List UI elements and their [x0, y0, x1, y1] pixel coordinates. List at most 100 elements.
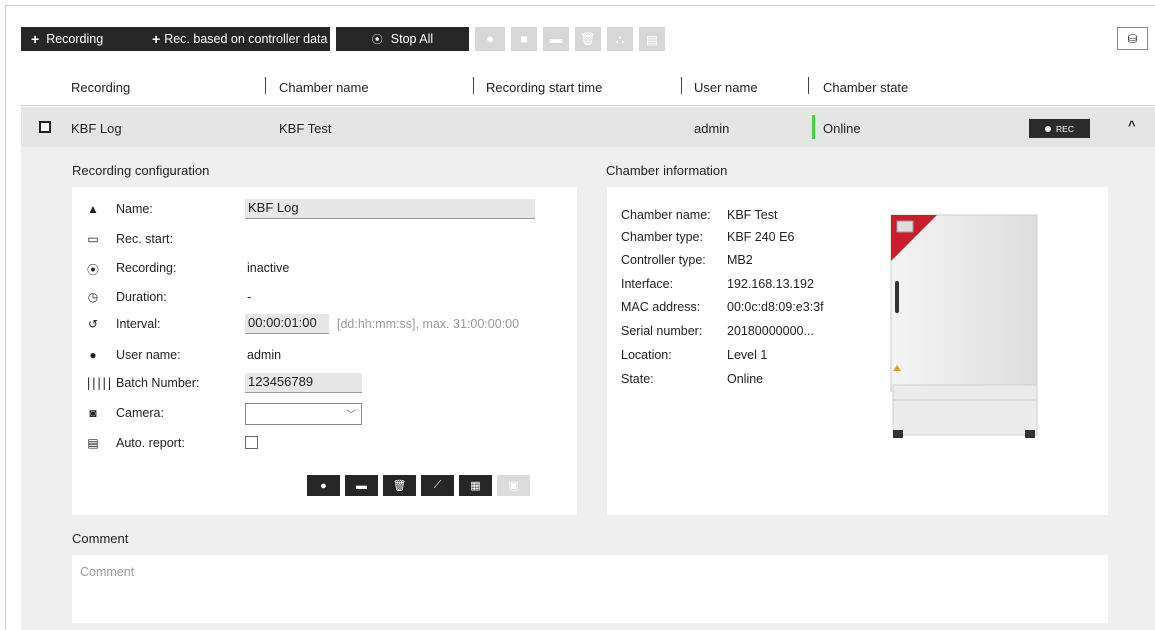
stop-circle-icon: ⦿	[371, 34, 383, 46]
record-dot-icon: ●	[486, 32, 494, 46]
chamber-info-label: Chamber name:	[621, 208, 711, 222]
duration-label: Duration:	[116, 290, 167, 304]
stop-square-icon: ■	[520, 32, 528, 46]
chevron-down-icon: ﹀	[346, 410, 356, 421]
camera-row: ◙ Camera: ﹀	[72, 403, 552, 425]
chamber-info-value: KBF Test	[727, 208, 778, 222]
column-divider[interactable]	[681, 77, 682, 94]
rec-start-label: Rec. start:	[116, 232, 173, 246]
stop-button[interactable]: ■	[511, 27, 537, 51]
row-chamber-name: KBF Test	[279, 121, 332, 136]
row-chamber-state: Online	[823, 121, 861, 136]
header-recording[interactable]: Recording	[71, 80, 130, 95]
archive-button[interactable]: ▬	[345, 475, 378, 496]
history-icon: ↺	[87, 317, 99, 331]
chamber-info-value: MB2	[727, 253, 753, 267]
row-recording-name: KBF Log	[71, 121, 122, 136]
comment-textarea[interactable]: Comment	[72, 555, 1108, 623]
rec-button[interactable]: REC	[1029, 119, 1090, 138]
row-details: Recording configuration ▲ Name: KBF Log …	[21, 147, 1155, 630]
plus-icon: +	[31, 31, 40, 47]
header-chamber-name[interactable]: Chamber name	[279, 80, 369, 95]
chamber-image	[890, 214, 1038, 438]
record-button[interactable]: ●	[475, 27, 505, 51]
name-label: Name:	[116, 202, 153, 216]
table-header: Recording Chamber name Recording start t…	[21, 72, 1155, 106]
record-dot-icon	[1045, 125, 1052, 132]
duration-row: ◷ Duration: -	[72, 287, 552, 307]
line-chart-icon: ⟋	[433, 479, 442, 491]
column-divider[interactable]	[265, 77, 266, 94]
camera-select[interactable]: ﹀	[245, 403, 362, 425]
table-button[interactable]: ▦	[459, 475, 492, 496]
column-divider[interactable]	[473, 77, 474, 94]
interval-input[interactable]: 00:00:01:00	[245, 314, 329, 334]
target-icon: ⦿	[86, 263, 99, 277]
auto-report-checkbox[interactable]	[245, 436, 258, 449]
add-recording-button[interactable]: + Recording	[21, 27, 154, 51]
chamber-info-value: Online	[727, 372, 764, 386]
export-button[interactable]: ⛁	[1117, 27, 1148, 50]
user-name-row: ● User name: admin	[72, 345, 552, 365]
archive-icon: ▬	[549, 32, 563, 46]
barcode-icon: |||||	[85, 376, 113, 390]
chamber-info-label: Interface:	[621, 277, 674, 291]
delete-button[interactable]: 🗑	[383, 475, 416, 496]
batch-number-row: ||||| Batch Number: 123456789	[72, 373, 552, 393]
comment-placeholder: Comment	[80, 565, 135, 579]
column-divider[interactable]	[808, 77, 809, 94]
chamber-info-label: State:	[621, 372, 654, 386]
chamber-info-value: KBF 240 E6	[727, 230, 795, 244]
save-icon: ▣	[508, 480, 519, 492]
save-button[interactable]: ▣	[497, 475, 530, 496]
interval-row: ↺ Interval: 00:00:01:00 [dd:hh:mm:ss], m…	[72, 314, 552, 334]
camera-icon: ◙	[89, 406, 97, 420]
chamber-info-value: 20180000000...	[727, 324, 814, 338]
stop-all-label: Stop All	[390, 32, 434, 46]
duration-value: -	[247, 290, 252, 304]
recording-value: inactive	[247, 261, 290, 275]
collapse-chevron-icon[interactable]: ^	[1128, 118, 1136, 133]
hierarchy-button[interactable]: ⛬	[607, 27, 633, 51]
plus-icon: +	[152, 31, 161, 47]
batch-number-label: Batch Number:	[116, 376, 200, 390]
archive-icon: ▬	[356, 479, 367, 492]
user-name-value: admin	[247, 348, 282, 362]
chamber-info-label: Location:	[621, 348, 672, 362]
chamber-info-value: 192.168.13.192	[727, 277, 814, 291]
delete-button[interactable]: 🗑	[575, 27, 601, 51]
add-controller-recording-label: Rec. based on controller data	[164, 32, 328, 46]
header-chamber-state[interactable]: Chamber state	[823, 80, 908, 95]
recording-label: Recording:	[116, 261, 177, 275]
report-button[interactable]: ▤	[639, 27, 665, 51]
chamber-info-title: Chamber information	[606, 163, 728, 178]
document-icon: ▤	[646, 32, 658, 47]
name-input[interactable]: KBF Log	[245, 199, 535, 219]
user-icon: ●	[89, 348, 97, 362]
clock-icon: ◷	[87, 290, 99, 304]
trash-icon: 🗑	[580, 31, 596, 46]
stop-all-button[interactable]: ⦿ Stop All	[336, 27, 469, 51]
chamber-info-panel: Chamber name: KBF Test Chamber type: KBF…	[607, 187, 1108, 515]
chamber-info-label: MAC address:	[621, 300, 701, 314]
header-start-time[interactable]: Recording start time	[486, 80, 602, 95]
chamber-info-label: Chamber type:	[621, 230, 703, 244]
header-user-name[interactable]: User name	[694, 80, 758, 95]
start-recording-button[interactable]: ●	[307, 475, 340, 496]
online-status-indicator	[812, 115, 815, 139]
hierarchy-icon: ⛬	[615, 31, 625, 46]
interval-label: Interval:	[116, 317, 161, 331]
archive-button[interactable]: ▬	[543, 27, 569, 51]
batch-number-input[interactable]: 123456789	[245, 373, 362, 393]
user-name-label: User name:	[116, 348, 181, 362]
report-document-icon: ▤	[87, 436, 99, 450]
row-checkbox[interactable]	[39, 121, 51, 133]
table-row[interactable]: KBF Log KBF Test admin Online REC ^	[21, 107, 1155, 147]
camera-label: Camera:	[116, 406, 164, 420]
interval-hint: [dd:hh:mm:ss], max. 31:00:00:00	[337, 317, 520, 331]
add-controller-recording-button[interactable]: + Rec. based on controller data	[152, 27, 330, 51]
auto-report-label: Auto. report:	[116, 436, 185, 450]
chart-button[interactable]: ⟋	[421, 475, 454, 496]
rec-label: REC	[1056, 123, 1074, 134]
recording-status-row: ⦿ Recording: inactive	[72, 258, 552, 278]
